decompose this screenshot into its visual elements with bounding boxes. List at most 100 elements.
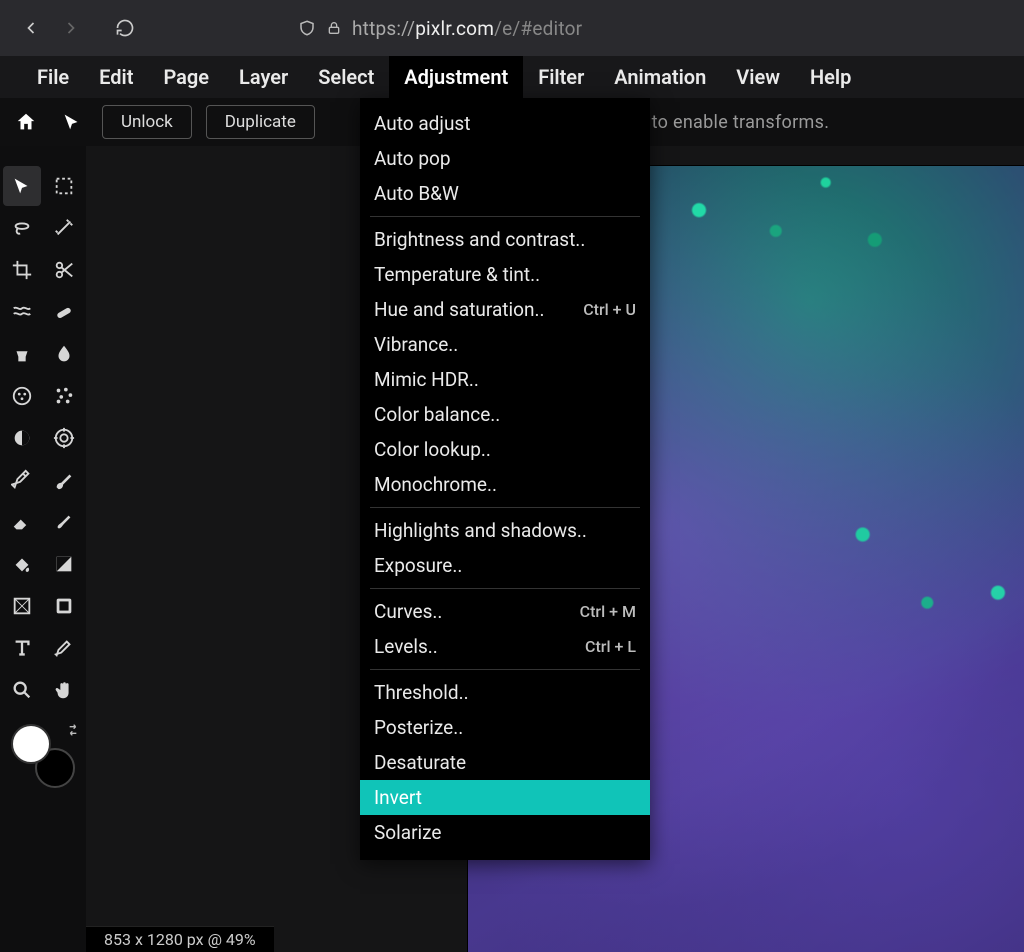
menu-item-label: Brightness and contrast..	[374, 228, 585, 251]
menu-item-posterize[interactable]: Posterize..	[360, 710, 650, 745]
menu-select[interactable]: Select	[303, 56, 389, 98]
pattern-tool[interactable]	[3, 376, 41, 416]
heal-tool[interactable]	[45, 292, 83, 332]
menu-layer[interactable]: Layer	[224, 56, 303, 98]
unlock-button[interactable]: Unlock	[102, 105, 192, 139]
cut-tool[interactable]	[45, 250, 83, 290]
lock-icon	[326, 20, 342, 36]
foreground-color[interactable]	[11, 724, 51, 764]
swap-colors-icon[interactable]	[65, 722, 81, 738]
menu-item-label: Posterize..	[374, 716, 463, 739]
wand-tool[interactable]	[45, 208, 83, 248]
duplicate-button[interactable]: Duplicate	[206, 105, 315, 139]
menu-item-label: Exposure..	[374, 554, 462, 577]
menu-item-label: Invert	[374, 786, 422, 809]
main-menu: FileEditPageLayerSelectAdjustmentFilterA…	[0, 56, 1024, 98]
menu-item-label: Highlights and shadows..	[374, 519, 587, 542]
menu-item-label: Hue and saturation..	[374, 298, 545, 321]
menu-item-label: Monochrome..	[374, 473, 497, 496]
tool-sidebar	[0, 146, 86, 952]
menu-item-shortcut: Ctrl + M	[580, 602, 636, 621]
text-tool[interactable]	[3, 628, 41, 668]
menu-item-color-lookup[interactable]: Color lookup..	[360, 432, 650, 467]
url-bar[interactable]: https://pixlr.com/e/#editor	[298, 8, 582, 48]
disperse-tool[interactable]	[45, 376, 83, 416]
browser-bar: https://pixlr.com/e/#editor	[0, 0, 1024, 56]
blur-tool[interactable]	[45, 334, 83, 374]
menu-item-auto-b-w[interactable]: Auto B&W	[360, 176, 650, 211]
reload-button[interactable]	[108, 11, 142, 45]
menu-item-threshold[interactable]: Threshold..	[360, 675, 650, 710]
menu-item-label: Auto B&W	[374, 182, 459, 205]
menu-page[interactable]: Page	[148, 56, 224, 98]
menu-item-highlights-and-shadows[interactable]: Highlights and shadows..	[360, 513, 650, 548]
marquee-tool[interactable]	[45, 166, 83, 206]
back-button[interactable]	[14, 11, 48, 45]
picker-tool[interactable]	[45, 628, 83, 668]
brush-tool[interactable]	[45, 460, 83, 500]
menu-item-shortcut: Ctrl + U	[583, 300, 636, 319]
menu-item-color-balance[interactable]: Color balance..	[360, 397, 650, 432]
gradient-tool[interactable]	[45, 544, 83, 584]
menu-edit[interactable]: Edit	[84, 56, 148, 98]
menu-item-solarize[interactable]: Solarize	[360, 815, 650, 850]
crop-tool[interactable]	[3, 250, 41, 290]
menu-item-auto-adjust[interactable]: Auto adjust	[360, 106, 650, 141]
url-host: pixlr.com	[415, 17, 494, 40]
menu-view[interactable]: View	[721, 56, 795, 98]
menu-item-label: Solarize	[374, 821, 441, 844]
url-text: https://pixlr.com/e/#editor	[352, 17, 582, 40]
url-protocol: https://	[352, 17, 415, 40]
shape-tool[interactable]	[3, 586, 41, 626]
menu-item-invert[interactable]: Invert	[360, 780, 650, 815]
arrange-icon[interactable]	[56, 106, 88, 138]
fill-tool[interactable]	[3, 544, 41, 584]
clone-tool[interactable]	[3, 334, 41, 374]
menu-item-label: Temperature & tint..	[374, 263, 540, 286]
move-tool[interactable]	[3, 166, 41, 206]
menu-item-label: Auto pop	[374, 147, 451, 170]
menu-filter[interactable]: Filter	[523, 56, 599, 98]
menu-help[interactable]: Help	[795, 56, 866, 98]
url-path: /e/#editor	[494, 17, 582, 40]
menu-item-label: Color lookup..	[374, 438, 491, 461]
status-bar: 853 x 1280 px @ 49%	[86, 926, 274, 952]
menu-animation[interactable]: Animation	[599, 56, 721, 98]
menu-item-temperature-tint[interactable]: Temperature & tint..	[360, 257, 650, 292]
paint-tool[interactable]	[45, 502, 83, 542]
menu-item-shortcut: Ctrl + L	[585, 637, 636, 656]
menu-item-monochrome[interactable]: Monochrome..	[360, 467, 650, 502]
menu-item-label: Mimic HDR..	[374, 368, 479, 391]
menu-item-vibrance[interactable]: Vibrance..	[360, 327, 650, 362]
menu-item-label: Threshold..	[374, 681, 469, 704]
eraser-tool[interactable]	[3, 502, 41, 542]
menu-adjustment[interactable]: Adjustment	[389, 56, 523, 98]
frame-tool[interactable]	[45, 586, 83, 626]
menu-item-brightness-and-contrast[interactable]: Brightness and contrast..	[360, 222, 650, 257]
menu-item-levels[interactable]: Levels.. Ctrl + L	[360, 629, 650, 664]
menu-item-label: Color balance..	[374, 403, 500, 426]
menu-item-label: Levels..	[374, 635, 438, 658]
liquify-tool[interactable]	[3, 292, 41, 332]
forward-button[interactable]	[54, 11, 88, 45]
menu-item-label: Auto adjust	[374, 112, 470, 135]
color-swatch[interactable]	[11, 724, 75, 788]
sponge-tool[interactable]	[45, 418, 83, 458]
menu-item-label: Desaturate	[374, 751, 466, 774]
dodge-tool[interactable]	[3, 418, 41, 458]
menu-item-mimic-hdr[interactable]: Mimic HDR..	[360, 362, 650, 397]
menu-item-curves[interactable]: Curves.. Ctrl + M	[360, 594, 650, 629]
lasso-tool[interactable]	[3, 208, 41, 248]
menu-item-desaturate[interactable]: Desaturate	[360, 745, 650, 780]
pen-tool[interactable]	[3, 460, 41, 500]
adjustment-menu: Auto adjust Auto pop Auto B&W Brightness an…	[360, 98, 650, 860]
menu-file[interactable]: File	[22, 56, 84, 98]
menu-item-exposure[interactable]: Exposure..	[360, 548, 650, 583]
menu-item-label: Vibrance..	[374, 333, 458, 356]
menu-item-label: Curves..	[374, 600, 442, 623]
menu-item-hue-and-saturation[interactable]: Hue and saturation.. Ctrl + U	[360, 292, 650, 327]
hand-tool[interactable]	[45, 670, 83, 710]
home-icon[interactable]	[10, 106, 42, 138]
zoom-tool[interactable]	[3, 670, 41, 710]
menu-item-auto-pop[interactable]: Auto pop	[360, 141, 650, 176]
